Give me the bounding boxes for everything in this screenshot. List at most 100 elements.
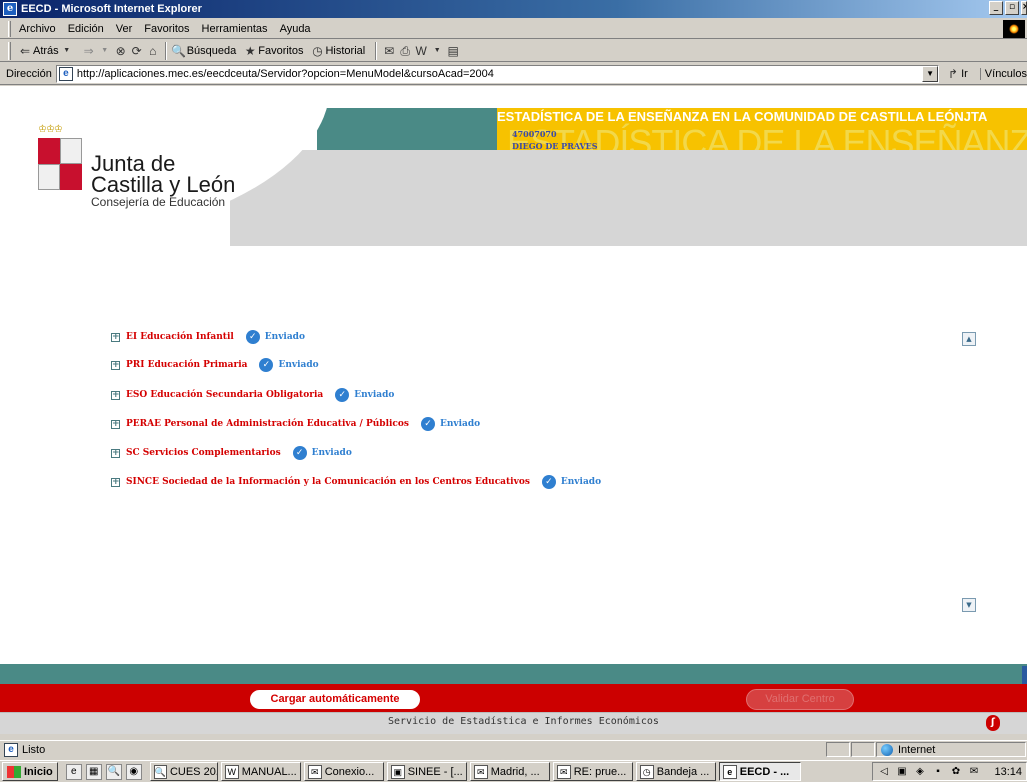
taskbar-item[interactable]: ✉ Madrid, ... xyxy=(469,762,550,781)
taskbar-item[interactable]: ▣ SINEE - [... xyxy=(386,762,467,781)
menu-row-since[interactable]: + SINCE Sociedad de la Información y la … xyxy=(111,475,601,489)
mail-icon[interactable]: ✉ xyxy=(381,43,397,59)
row-label[interactable]: PERAE Personal de Administración Educati… xyxy=(126,419,409,429)
row-label[interactable]: SINCE Sociedad de la Información y la Co… xyxy=(126,477,530,487)
chevron-down-icon[interactable]: ▼ xyxy=(429,43,445,59)
expand-icon[interactable]: + xyxy=(111,419,120,429)
edit-word-icon[interactable]: W xyxy=(413,43,429,59)
chevron-down-icon[interactable]: ▼ xyxy=(97,43,113,59)
expand-icon[interactable]: + xyxy=(111,477,120,487)
status-label: Enviado xyxy=(264,332,305,342)
expand-icon[interactable]: + xyxy=(111,390,120,400)
menu-row-ei[interactable]: + EI Educación Infantil ✓ Enviado xyxy=(111,330,305,344)
browser-window: e EECD - Microsoft Internet Explorer _ ▫… xyxy=(0,0,1027,782)
toolbar-separator xyxy=(164,41,167,60)
favorites-button[interactable]: ★ Favoritos xyxy=(242,43,304,59)
address-input[interactable]: e http://aplicaciones.mec.es/eecdceuta/S… xyxy=(55,64,940,83)
go-button[interactable]: ↱ Ir xyxy=(945,66,968,82)
page-icon: e xyxy=(4,742,18,757)
taskbar: Inicio e ▦ 🔍 ◉ 🔍 CUES 20... W MANUAL... … xyxy=(0,760,1027,782)
menu-herramientas[interactable]: Herramientas xyxy=(202,23,268,35)
links-button[interactable]: Vínculos xyxy=(979,67,1027,80)
print-icon[interactable]: ⎙ xyxy=(397,43,413,59)
scroll-down-button[interactable]: ▼ xyxy=(962,598,976,612)
footer-logo-icon: ʃ xyxy=(986,715,1000,731)
menu-archivo[interactable]: Archivo xyxy=(19,23,56,35)
chevron-down-icon[interactable]: ▼ xyxy=(59,43,75,59)
menu-row-perae[interactable]: + PERAE Personal de Administración Educa… xyxy=(111,417,480,431)
language-icon[interactable]: ▪ xyxy=(931,765,945,779)
menu-row-eso[interactable]: + ESO Educación Secundaria Obligatoria ✓… xyxy=(111,388,394,402)
toolbar-grip[interactable] xyxy=(8,20,11,37)
desktop-quicklaunch-icon[interactable]: ▦ xyxy=(85,763,102,780)
back-label: Atrás xyxy=(33,44,59,57)
menu-ver[interactable]: Ver xyxy=(116,23,133,35)
start-button[interactable]: Inicio xyxy=(2,762,58,781)
tray-icon[interactable]: ✿ xyxy=(949,765,963,779)
search-quicklaunch-icon[interactable]: 🔍 xyxy=(105,763,122,780)
home-icon[interactable]: ⌂ xyxy=(145,43,161,59)
expand-icon[interactable]: + xyxy=(111,332,120,342)
taskbar-item[interactable]: ✉ RE: prue... xyxy=(552,762,633,781)
volume-icon[interactable]: ◁ xyxy=(877,765,891,779)
app-quicklaunch-icon[interactable]: ◉ xyxy=(125,763,142,780)
status-label: Enviado xyxy=(354,390,395,400)
header-gray-band xyxy=(230,150,1027,246)
back-arrow-icon: ⇐ xyxy=(19,43,31,58)
close-button[interactable]: × xyxy=(1021,1,1027,15)
stop-icon[interactable]: ⊗ xyxy=(113,43,129,59)
menu-bar: Archivo Edición Ver Favoritos Herramient… xyxy=(0,19,1027,39)
search-button[interactable]: 🔍 Búsqueda xyxy=(171,43,237,59)
taskbar-item[interactable]: 🔍 CUES 20... xyxy=(149,762,218,781)
menu-ayuda[interactable]: Ayuda xyxy=(280,23,311,35)
window-title: EECD - Microsoft Internet Explorer xyxy=(21,3,202,15)
app-tray-icon[interactable]: ◈ xyxy=(913,765,927,779)
security-zone: Internet xyxy=(876,742,1026,757)
taskbar-item-active[interactable]: e EECD - ... xyxy=(718,762,801,781)
mail-icon: ✉ xyxy=(307,764,322,779)
chevron-down-icon[interactable]: ▼ xyxy=(922,65,939,82)
menu-edicion[interactable]: Edición xyxy=(68,23,104,35)
crown-icon: ♔♔♔ xyxy=(38,124,63,135)
check-icon: ✓ xyxy=(292,446,307,460)
mail-icon[interactable]: ✉ xyxy=(967,765,981,779)
minimize-button[interactable]: _ xyxy=(989,1,1003,15)
taskbar-item[interactable]: W MANUAL... xyxy=(220,762,301,781)
start-label: Inicio xyxy=(24,765,53,778)
standard-toolbar: ⇐ Atrás ▼ ⇒ ▼ ⊗ ⟳ ⌂ 🔍 Búsqueda ★ Favorit… xyxy=(0,40,1027,62)
menu-row-sc[interactable]: + SC Servicios Complementarios ✓ Enviado xyxy=(111,446,352,460)
app-icon: ▣ xyxy=(390,764,405,779)
maximize-button[interactable]: ▫ xyxy=(1005,1,1019,15)
history-button[interactable]: ◷ Historial xyxy=(309,43,365,59)
search-label: Búsqueda xyxy=(186,44,237,57)
taskbar-item[interactable]: ✉ Conexio... xyxy=(303,762,384,781)
scroll-up-button[interactable]: ▲ xyxy=(962,332,976,346)
discuss-icon[interactable]: ▤ xyxy=(445,43,461,59)
row-label[interactable]: PRI Educación Primaria xyxy=(126,360,247,370)
expand-icon[interactable]: + xyxy=(111,360,120,370)
row-label[interactable]: SC Servicios Complementarios xyxy=(126,448,281,458)
inbox-icon: ◷ xyxy=(639,764,654,779)
validar-button[interactable]: Validar Centro xyxy=(746,689,854,710)
search-icon: 🔍 xyxy=(171,43,187,58)
back-button[interactable]: ⇐ Atrás ▼ xyxy=(17,43,75,59)
network-icon[interactable]: ▣ xyxy=(895,765,909,779)
system-tray: ◁ ▣ ◈ ▪ ✿ ✉ 13:14 xyxy=(872,762,1027,781)
expand-icon[interactable]: + xyxy=(111,448,120,458)
check-icon: ✓ xyxy=(245,330,260,344)
ie-quicklaunch-icon[interactable]: e xyxy=(65,763,82,780)
menu-row-pri[interactable]: + PRI Educación Primaria ✓ Enviado xyxy=(111,358,319,372)
row-label[interactable]: ESO Educación Secundaria Obligatoria xyxy=(126,390,323,400)
logo-subtitle: Consejería de Educación xyxy=(91,195,226,209)
forward-arrow-icon[interactable]: ⇒ xyxy=(81,43,97,59)
taskbar-item[interactable]: ◷ Bandeja ... xyxy=(635,762,716,781)
cargar-button[interactable]: Cargar automáticamente xyxy=(249,689,421,710)
row-label[interactable]: EI Educación Infantil xyxy=(126,332,234,342)
status-label: Enviado xyxy=(278,360,319,370)
address-url: http://aplicaciones.mec.es/eecdceuta/Ser… xyxy=(76,67,494,80)
ie-icon: e xyxy=(722,764,737,779)
go-arrow-icon: ↱ xyxy=(948,66,959,81)
menu-favoritos[interactable]: Favoritos xyxy=(144,23,189,35)
toolbar-grip[interactable] xyxy=(8,41,11,60)
refresh-icon[interactable]: ⟳ xyxy=(129,43,145,59)
